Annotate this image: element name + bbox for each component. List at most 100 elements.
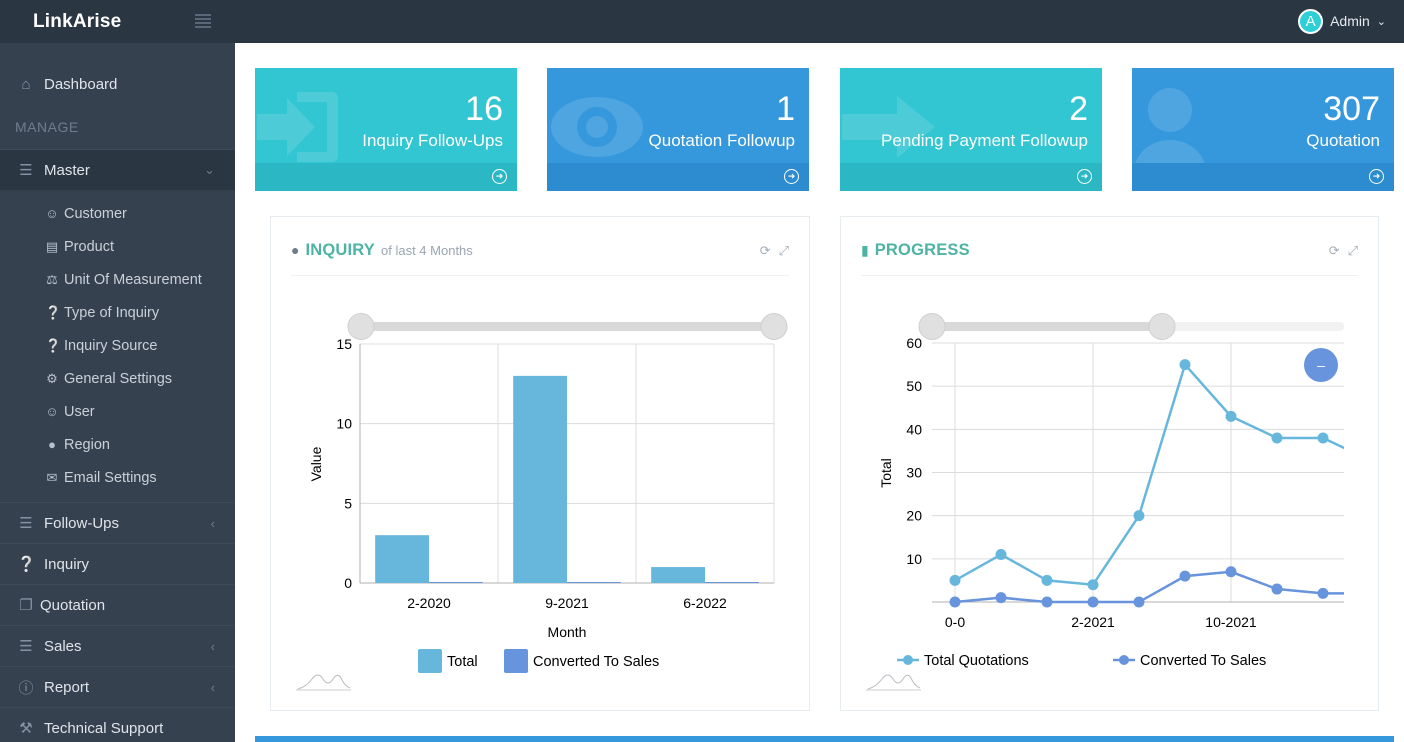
submenu-item-type-of-inquiry[interactable]: ❔ Type of Inquiry bbox=[0, 296, 235, 329]
legend-swatch-dot[interactable] bbox=[1119, 655, 1129, 665]
submenu-item-region[interactable]: ● Region bbox=[0, 428, 235, 461]
sidebar-item-technical-support[interactable]: ⚒ Technical Support bbox=[0, 707, 235, 742]
sidebar-item-inquiry[interactable]: ❔ Inquiry bbox=[0, 543, 235, 584]
stat-label: Pending Payment Followup bbox=[881, 131, 1088, 150]
legend-swatch[interactable] bbox=[418, 649, 442, 673]
sidebar-item-sales[interactable]: ☰ Sales ‹ bbox=[0, 625, 235, 666]
series-line[interactable] bbox=[954, 570, 1369, 604]
zoom-scrollbar-thumb[interactable] bbox=[932, 322, 1162, 331]
inquiry-bar-chart: 0 5 10 15 2-2020 9-2021 6-2022 Month Value Total C… bbox=[296, 313, 788, 691]
legend-swatch[interactable] bbox=[504, 649, 528, 673]
data-point[interactable] bbox=[1271, 583, 1283, 595]
user-name[interactable]: Admin bbox=[1330, 13, 1370, 29]
data-point[interactable] bbox=[1133, 596, 1145, 608]
submenu-item-label: Region bbox=[64, 436, 110, 453]
card-footer[interactable]: ➜ bbox=[255, 163, 517, 191]
data-point[interactable] bbox=[1087, 596, 1099, 608]
scrollbar-grip-left[interactable] bbox=[918, 313, 946, 340]
submenu-item-general-settings[interactable]: ⚙ General Settings bbox=[0, 362, 235, 395]
arrow-right-circle-icon[interactable]: ➜ bbox=[1077, 169, 1092, 184]
bar[interactable] bbox=[705, 582, 759, 583]
arrow-right-icon bbox=[842, 96, 935, 158]
legend-label[interactable]: Converted To Sales bbox=[533, 654, 659, 670]
y-tick-label: 15 bbox=[336, 336, 352, 352]
bar[interactable] bbox=[429, 582, 483, 583]
stat-card-inquiry-followups[interactable]: 16 Inquiry Follow-Ups ➜ bbox=[255, 68, 517, 191]
list-icon: ☰ bbox=[19, 638, 33, 655]
map-pin-icon: ● bbox=[48, 437, 56, 452]
data-point[interactable] bbox=[1041, 574, 1053, 586]
data-point[interactable] bbox=[1041, 596, 1053, 608]
data-point[interactable] bbox=[995, 592, 1007, 604]
scrollbar-grip-right[interactable] bbox=[760, 313, 788, 340]
chevron-left-icon: ‹ bbox=[210, 638, 215, 654]
sidebar-item-label: Technical Support bbox=[44, 719, 164, 737]
user-menu[interactable]: A Admin ⌄ bbox=[1298, 7, 1386, 35]
hamburger-menu-icon[interactable] bbox=[195, 14, 211, 28]
avatar[interactable]: A bbox=[1298, 8, 1324, 34]
fullscreen-icon[interactable]: ⤢ bbox=[779, 243, 789, 259]
data-point[interactable] bbox=[995, 549, 1007, 561]
fullscreen-icon[interactable]: ⤢ bbox=[1348, 243, 1358, 259]
progress-line-chart: 10 20 30 40 50 60 0-0 2-2021 10-2021 Total – Total … bbox=[866, 313, 1369, 691]
data-point[interactable] bbox=[1179, 570, 1191, 582]
sidebar-item-dashboard[interactable]: ⌂ Dashboard bbox=[0, 64, 235, 105]
data-point[interactable] bbox=[1225, 566, 1237, 578]
sidebar-heading: MANAGE bbox=[15, 119, 79, 135]
reload-icon[interactable]: ⟳ bbox=[1329, 243, 1340, 259]
stat-card-quotation-followup[interactable]: 1 Quotation Followup ➜ bbox=[547, 68, 809, 191]
data-point[interactable] bbox=[949, 574, 961, 586]
data-point[interactable] bbox=[1179, 359, 1191, 371]
series-line[interactable] bbox=[954, 362, 1369, 587]
portlet-subtitle: of last 4 Months bbox=[381, 243, 473, 258]
watermark-icon bbox=[867, 674, 921, 690]
chevron-down-icon[interactable]: ⌄ bbox=[1377, 15, 1386, 28]
card-footer[interactable]: ➜ bbox=[1132, 163, 1394, 191]
submenu-item-product[interactable]: ▤ Product bbox=[0, 230, 235, 263]
legend-label[interactable]: Total bbox=[447, 654, 478, 670]
submenu-item-user[interactable]: ☺ User bbox=[0, 395, 235, 428]
bar[interactable] bbox=[375, 535, 429, 583]
sidebar-item-quotation[interactable]: ❐ Quotation bbox=[0, 584, 235, 625]
arrow-right-circle-icon[interactable]: ➜ bbox=[1369, 169, 1384, 184]
stat-card-pending-payment-followup[interactable]: 2 Pending Payment Followup ➜ bbox=[840, 68, 1102, 191]
submenu-item-inquiry-source[interactable]: ❔ Inquiry Source bbox=[0, 329, 235, 362]
zoom-out-label[interactable]: – bbox=[1317, 357, 1325, 373]
arrow-right-circle-icon[interactable]: ➜ bbox=[784, 169, 799, 184]
data-point[interactable] bbox=[1087, 579, 1099, 591]
data-point[interactable] bbox=[1225, 410, 1237, 422]
question-icon: ❔ bbox=[45, 304, 62, 320]
data-point[interactable] bbox=[1317, 587, 1329, 599]
brand-logo[interactable]: LinkArise bbox=[33, 11, 121, 33]
submenu-item-email-settings[interactable]: ✉ Email Settings bbox=[0, 461, 235, 494]
data-point[interactable] bbox=[1317, 432, 1329, 444]
legend-label[interactable]: Converted To Sales bbox=[1140, 653, 1266, 669]
stat-label: Inquiry Follow-Ups bbox=[362, 131, 503, 150]
submenu-item-customer[interactable]: ☺ Customer bbox=[0, 197, 235, 230]
data-point[interactable] bbox=[1271, 432, 1283, 444]
y-tick-label: 40 bbox=[906, 421, 922, 437]
x-tick-label: 9-2021 bbox=[545, 595, 589, 611]
reload-icon[interactable]: ⟳ bbox=[760, 243, 771, 259]
bar[interactable] bbox=[651, 567, 705, 583]
zoom-scrollbar-track[interactable] bbox=[361, 322, 775, 331]
data-point[interactable] bbox=[949, 596, 961, 608]
sidebar-item-follow-ups[interactable]: ☰ Follow-Ups ‹ bbox=[0, 502, 235, 543]
sidebar-item-report[interactable]: ⓘ Report ‹ bbox=[0, 666, 235, 707]
stat-card-quotation[interactable]: 307 Quotation ➜ bbox=[1132, 68, 1394, 191]
card-footer[interactable]: ➜ bbox=[840, 163, 1102, 191]
legend-label[interactable]: Total Quotations bbox=[924, 653, 1029, 669]
data-point[interactable] bbox=[1133, 510, 1145, 522]
bar[interactable] bbox=[567, 582, 621, 583]
legend-swatch-dot[interactable] bbox=[903, 655, 913, 665]
submenu-item-label: Product bbox=[64, 238, 114, 255]
bar[interactable] bbox=[513, 375, 567, 583]
arrow-right-circle-icon[interactable]: ➜ bbox=[492, 169, 507, 184]
balance-icon: ⚖ bbox=[46, 271, 58, 287]
x-tick-label: 2-2020 bbox=[407, 595, 451, 611]
y-tick-label: 60 bbox=[906, 335, 922, 351]
scrollbar-grip-right[interactable] bbox=[1148, 313, 1176, 340]
submenu-item-unit-of-measurement[interactable]: ⚖ Unit Of Measurement bbox=[0, 263, 235, 296]
card-footer[interactable]: ➜ bbox=[547, 163, 809, 191]
sidebar-item-master[interactable]: ☰ Master ⌄ bbox=[0, 149, 235, 190]
